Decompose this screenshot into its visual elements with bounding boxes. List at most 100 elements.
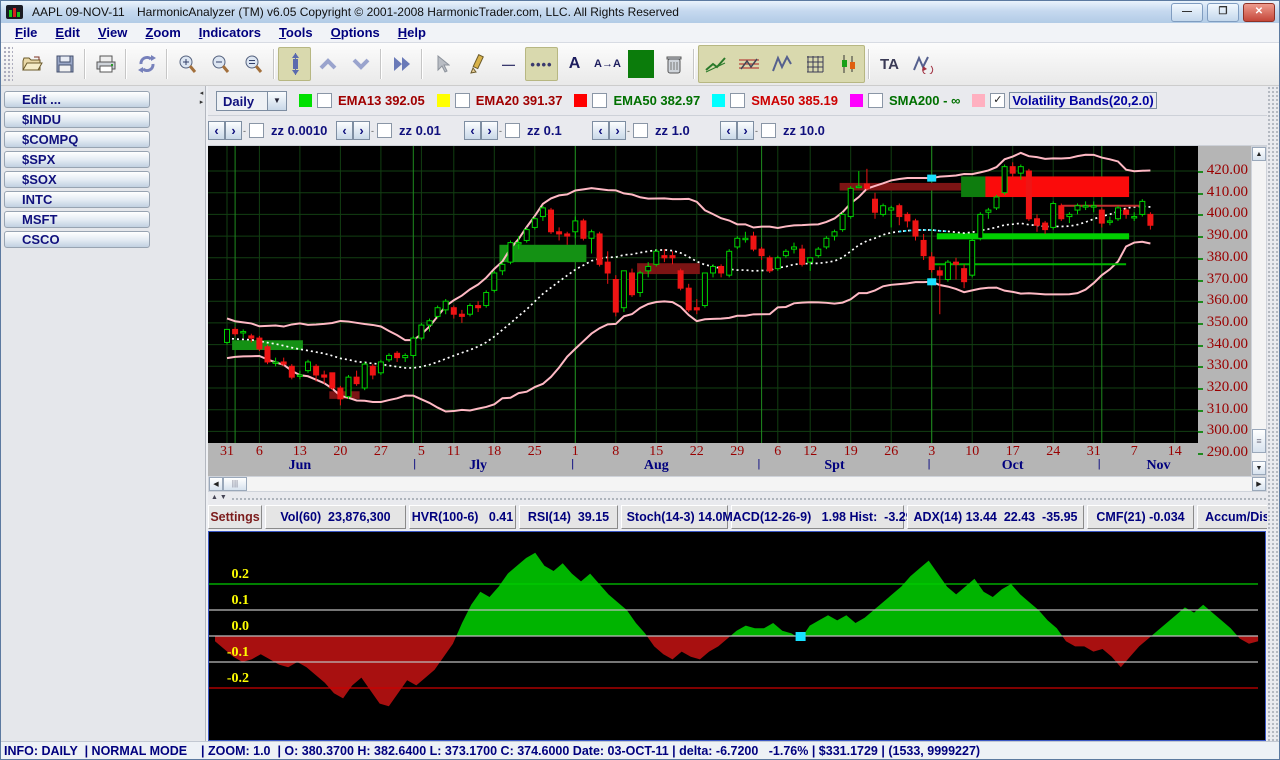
symbol-button[interactable]: MSFT [4,211,150,228]
pane-splitter[interactable]: ▲ ▼ [208,492,1267,503]
pointer-icon[interactable] [426,47,459,81]
color-swatch[interactable] [436,94,450,107]
zz-prev-button[interactable]: ‹ [208,121,225,140]
refresh-icon[interactable] [130,47,163,81]
scroll-down-icon[interactable]: ▼ [1252,461,1266,475]
cmf-chart[interactable]: 0.2 0.1 0.0 -0.1 -0.2 [208,531,1266,741]
indicator-tabs: Settings Vol(60) 23,876,300 HVR(100-6) 0.4… [208,503,1279,530]
symbol-button[interactable]: INTC [4,191,150,208]
indicator-tab[interactable]: ADX(14) 13.44 22.43 -35.95 [907,504,1084,529]
expand-down-icon[interactable] [344,47,377,81]
horizontal-scrollbar[interactable]: ◀ ||| ▶ [208,476,1267,492]
period-dropdown[interactable]: Daily ▼ [216,90,287,111]
menu-item[interactable]: Options [322,24,389,41]
zz-next-button[interactable]: › [353,121,370,140]
close-button[interactable]: ✕ [1243,2,1275,22]
color-swatch[interactable] [849,94,863,107]
zz-checkbox[interactable] [761,123,776,138]
zz-checkbox[interactable] [505,123,520,138]
indicator-label: SMA200 - ∞ [888,93,961,108]
menu-item[interactable]: Edit [46,24,89,41]
symbol-button[interactable]: $SPX [4,151,150,168]
menu-item[interactable]: Zoom [136,24,189,41]
indicator-tab[interactable]: Settings [208,504,262,529]
ta-tool-icon[interactable]: TA [873,47,906,81]
zz-prev-button[interactable]: ‹ [336,121,353,140]
text-tool-icon[interactable]: A [558,47,591,81]
indicator-checkbox[interactable] [730,93,746,108]
indicator-checkbox[interactable] [592,93,608,108]
replay-icon[interactable] [906,47,939,81]
candle-scale-icon[interactable] [278,47,311,81]
save-icon[interactable] [48,47,81,81]
scroll-left-icon[interactable]: ◀ [209,477,223,491]
zz-prev-button[interactable]: ‹ [464,121,481,140]
color-swatch[interactable] [574,94,588,107]
collapse-up-icon[interactable] [311,47,344,81]
zz-checkbox[interactable] [377,123,392,138]
symbol-button[interactable]: Edit ... [4,91,150,108]
symbol-button[interactable]: $INDU [4,111,150,128]
delete-icon[interactable] [657,47,690,81]
restore-button[interactable]: ❐ [1207,2,1239,22]
indicator-tab[interactable]: Stoch(14-3) 14.0 [621,504,728,529]
menu-item[interactable]: Help [389,24,435,41]
color-swatch-icon[interactable] [624,47,657,81]
chart-levels-icon[interactable] [732,47,765,81]
chart-grid-icon[interactable] [798,47,831,81]
open-file-icon[interactable] [15,47,48,81]
title-bar[interactable]: AAPL 09-NOV-11 HarmonicAnalyzer (TM) v6.… [1,1,1279,23]
hscroll-thumb[interactable]: ||| [223,477,247,491]
draw-line-icon[interactable]: — [492,47,525,81]
color-swatch[interactable] [972,94,986,107]
minimize-button[interactable]: — [1171,2,1203,22]
zoom-reset-icon[interactable] [237,47,270,81]
zz-checkbox[interactable] [249,123,264,138]
indicator-tab[interactable]: Vol(60) 23,876,300 [265,504,406,529]
zoom-in-icon[interactable] [171,47,204,81]
symbol-button[interactable]: $COMPQ [4,131,150,148]
indicator-checkbox[interactable]: ✓ [990,93,1006,108]
zz-prev-button[interactable]: ‹ [592,121,609,140]
chart-zigzag-icon[interactable] [765,47,798,81]
zz-checkbox[interactable] [633,123,648,138]
main-chart[interactable] [208,146,1198,443]
indicator-tab[interactable]: MACD(12-26-9) 1.98 Hist: -3.29 [722,504,913,529]
scroll-up-icon[interactable]: ▲ [1252,147,1266,161]
indicator-checkbox[interactable] [454,93,470,108]
indicator-checkbox[interactable] [317,93,332,108]
zz-next-button[interactable]: › [609,121,626,140]
scroll-right-icon[interactable]: ▶ [1252,477,1266,491]
zz-next-button[interactable]: › [225,121,242,140]
legend-item: EMA20 391.37 [436,93,565,108]
indicator-tab[interactable]: HVR(100-6) 0.41 [409,504,516,529]
print-icon[interactable] [89,47,122,81]
indicator-tab[interactable]: RSI(14) 39.15 [519,504,618,529]
text-resize-icon[interactable]: A→A [591,47,624,81]
draw-pencil-icon[interactable] [459,47,492,81]
vertical-scrollbar[interactable]: ▲ ≡ ▼ [1251,146,1267,476]
indicator-tab[interactable]: CMF(21) -0.034 [1087,504,1194,529]
menu-item[interactable]: Tools [270,24,322,41]
color-swatch[interactable] [712,94,726,107]
symbol-button[interactable]: $SOX [4,171,150,188]
zz-next-button[interactable]: › [737,121,754,140]
indicator-checkbox[interactable] [867,93,883,108]
zz-prev-button[interactable]: ‹ [720,121,737,140]
draw-dots-icon[interactable]: •••• [525,47,558,81]
color-swatch[interactable] [299,94,312,107]
symbol-button[interactable]: CSCO [4,231,150,248]
zz-next-button[interactable]: › [481,121,498,140]
chart-candles-icon[interactable] [831,47,864,81]
menu-item[interactable]: View [89,24,136,41]
fast-forward-icon[interactable] [385,47,418,81]
toolbar-grip[interactable] [3,46,13,82]
sidebar-splitter[interactable]: ◂ ▸ [197,89,206,107]
menu-item[interactable]: File [6,24,46,41]
chevron-down-icon[interactable]: ▼ [268,90,287,111]
menu-item[interactable]: Indicators [190,24,270,41]
chart-trend-icon[interactable] [699,47,732,81]
vscroll-thumb[interactable]: ≡ [1252,429,1266,453]
splitter-arrows-icon[interactable]: ▲ ▼ [211,494,227,501]
zoom-out-icon[interactable] [204,47,237,81]
